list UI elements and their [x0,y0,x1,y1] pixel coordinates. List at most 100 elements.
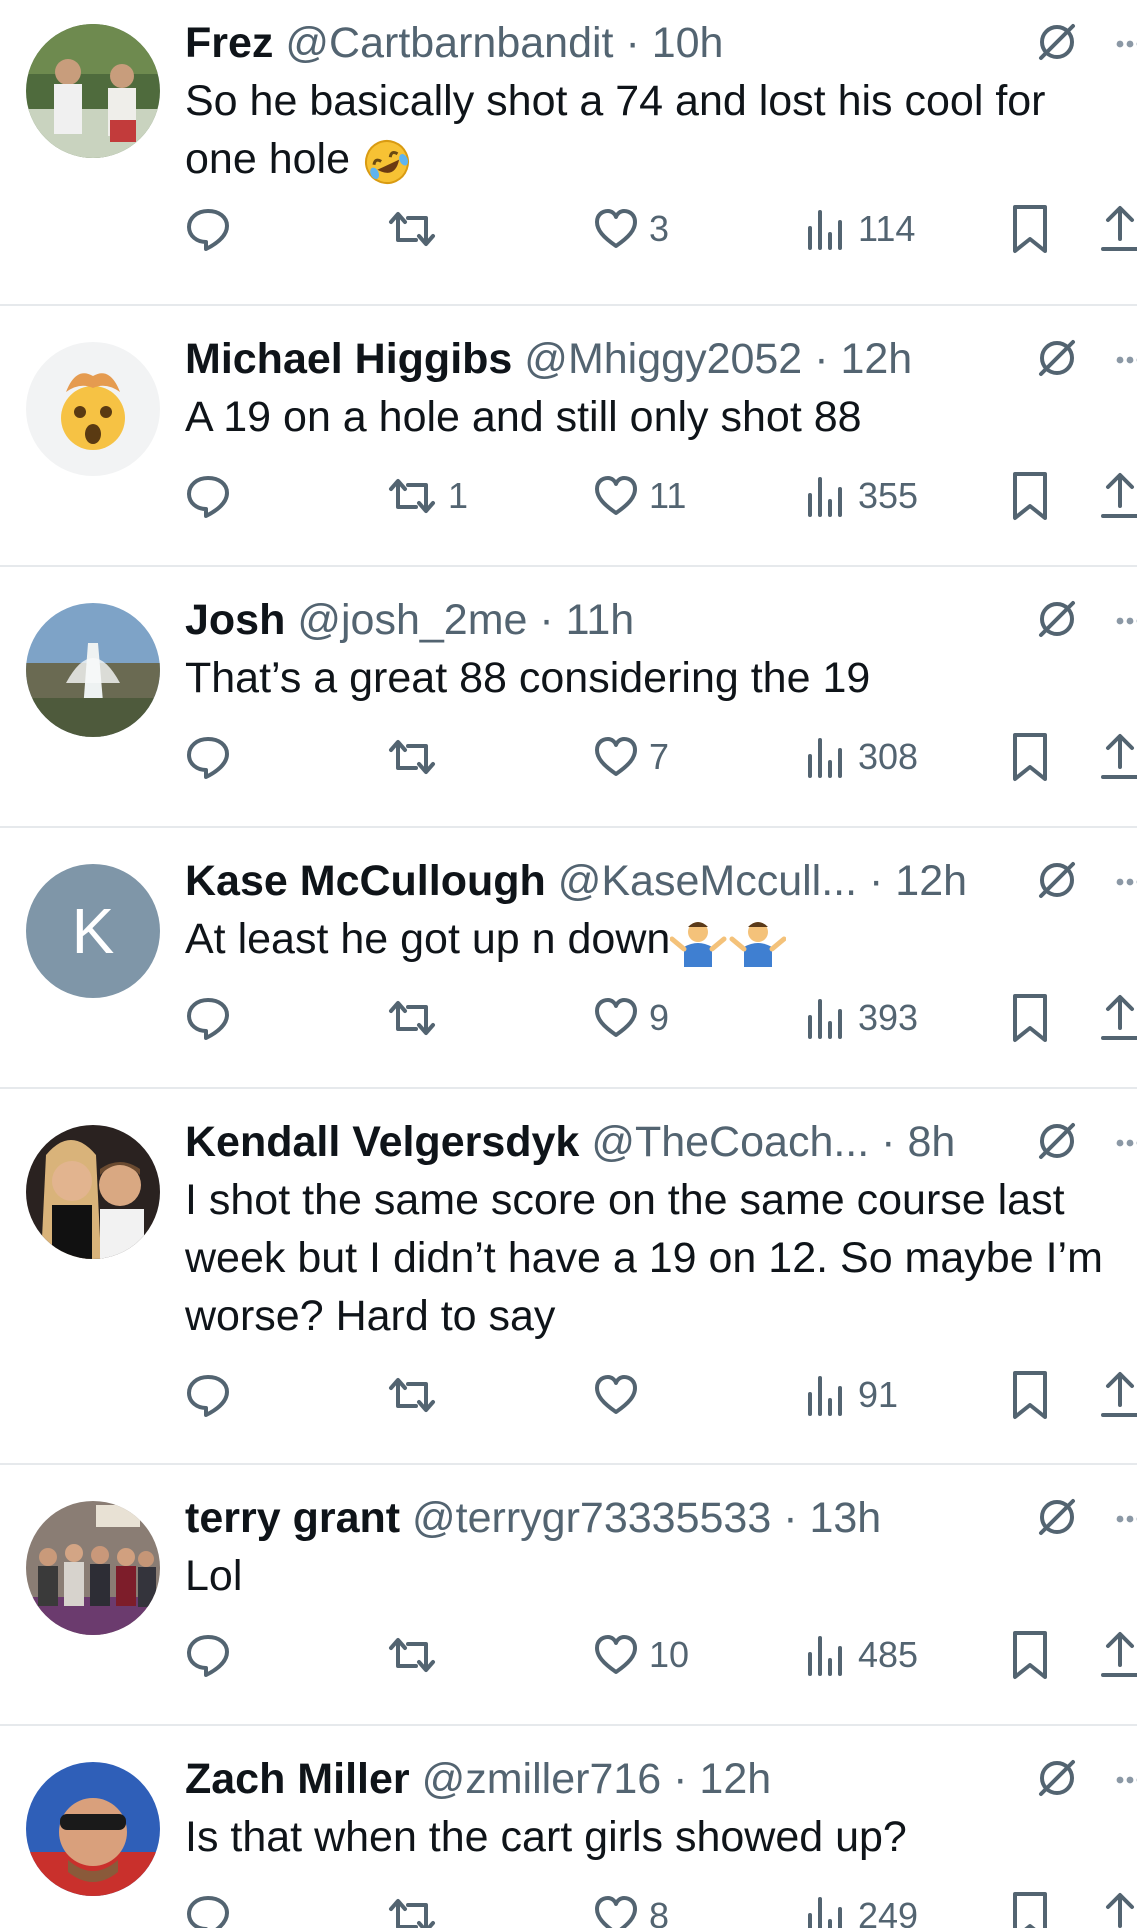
like-button[interactable]: 3 [593,199,669,259]
retweet-button[interactable]: 1 [386,466,468,526]
grok-icon[interactable] [1035,336,1079,380]
timestamp[interactable]: 13h [809,1494,881,1542]
retweet-button[interactable] [386,1365,448,1425]
share-button[interactable] [1097,1365,1137,1425]
user-handle[interactable]: @Mhiggy2052 [524,335,802,383]
bookmark-button[interactable] [1007,727,1053,787]
avatar[interactable] [26,24,160,158]
reply-item[interactable]: Kendall Velgersdyk @TheCoach... · 8h I s… [0,1089,1137,1465]
reply-item[interactable]: Josh @josh_2me · 11h That’s a great 88 c… [0,567,1137,828]
avatar[interactable] [26,1125,160,1259]
bookmark-button[interactable] [1007,199,1053,259]
views-button[interactable]: 114 [802,199,915,259]
bookmark-button[interactable] [1007,988,1053,1048]
views-button[interactable]: 393 [802,988,918,1048]
avatar-image [26,342,160,476]
avatar[interactable] [26,342,160,476]
display-name[interactable]: Frez [185,19,273,67]
reply-button[interactable] [185,1886,231,1928]
grok-icon[interactable] [1035,858,1079,902]
views-button[interactable]: 308 [802,727,918,787]
more-options-icon[interactable] [1115,877,1137,887]
reply-item[interactable]: Frez @Cartbarnbandit · 10h So he basical… [0,0,1137,306]
user-handle[interactable]: @Cartbarnbandit [285,19,613,67]
share-button[interactable] [1097,466,1137,526]
display-name[interactable]: Michael Higgibs [185,335,512,383]
user-handle[interactable]: @terrygr73335533 [412,1494,771,1542]
timestamp[interactable]: 12h [840,335,912,383]
grok-icon[interactable] [1035,1495,1079,1539]
timestamp[interactable]: 12h [699,1755,771,1803]
reply-item[interactable]: K Kase McCullough @KaseMccull... · 12h A… [0,828,1137,1089]
retweet-button[interactable] [386,988,448,1048]
share-button[interactable] [1097,988,1137,1048]
retweet-button[interactable] [386,1625,448,1685]
grok-icon[interactable] [1035,597,1079,641]
views-button[interactable]: 355 [802,466,918,526]
reply-button[interactable] [185,1365,231,1425]
share-icon [1101,473,1137,518]
more-options-icon[interactable] [1115,1775,1137,1785]
reply-item[interactable]: terry grant @terrygr73335533 · 13h Lol 1… [0,1465,1137,1726]
like-button[interactable]: 10 [593,1625,689,1685]
reply-button[interactable] [185,1625,231,1685]
like-button[interactable]: 9 [593,988,669,1048]
views-count: 355 [858,475,919,516]
like-button[interactable]: 11 [593,466,686,526]
share-button[interactable] [1097,199,1137,259]
reply-icon [187,209,229,251]
retweet-button[interactable] [386,727,448,787]
more-options-icon[interactable] [1115,616,1137,626]
views-button[interactable]: 91 [802,1365,898,1425]
reply-button[interactable] [185,199,231,259]
timestamp[interactable]: 10h [652,19,724,67]
bookmark-button[interactable] [1007,1625,1053,1685]
grok-icon[interactable] [1035,1756,1079,1800]
timestamp[interactable]: 8h [907,1118,955,1166]
like-button[interactable]: 8 [593,1886,669,1928]
user-handle[interactable]: @TheCoach... [591,1118,869,1166]
bookmark-button[interactable] [1007,1886,1053,1928]
share-button[interactable] [1097,1886,1137,1928]
display-name[interactable]: Kendall Velgersdyk [185,1118,579,1166]
views-count: 308 [858,736,919,777]
more-options-icon[interactable] [1115,1138,1137,1148]
reply-item[interactable]: Zach Miller @zmiller716 · 12h Is that wh… [0,1726,1137,1928]
bookmark-button[interactable] [1007,466,1053,526]
display-name[interactable]: Kase McCullough [185,857,546,905]
reply-button[interactable] [185,466,231,526]
timestamp[interactable]: 11h [566,596,635,644]
share-button[interactable] [1097,1625,1137,1685]
reply-button[interactable] [185,988,231,1048]
more-options-icon[interactable] [1115,355,1137,365]
bookmark-button[interactable] [1007,1365,1053,1425]
share-button[interactable] [1097,727,1137,787]
user-handle[interactable]: @zmiller716 [422,1755,662,1803]
avatar[interactable] [26,603,160,737]
avatar[interactable] [26,1762,160,1896]
timestamp[interactable]: 12h [895,857,967,905]
more-options-icon[interactable] [1115,1514,1137,1524]
user-handle[interactable]: @josh_2me [297,596,527,644]
user-handle[interactable]: @KaseMccull... [558,857,857,905]
like-button[interactable] [593,1365,649,1425]
views-button[interactable]: 485 [802,1625,918,1685]
grok-icon[interactable] [1035,20,1079,64]
more-options-icon[interactable] [1115,39,1137,49]
separator-dot: · [783,1494,798,1542]
avatar[interactable]: K [26,864,160,998]
views-count: 91 [858,1374,899,1415]
reply-button[interactable] [185,727,231,787]
retweet-button[interactable] [386,199,448,259]
views-button[interactable]: 249 [802,1886,918,1928]
display-name[interactable]: terry grant [185,1494,400,1542]
grok-icon[interactable] [1035,1119,1079,1163]
display-name[interactable]: Zach Miller [185,1755,410,1803]
replies-viewport[interactable]: Frez @Cartbarnbandit · 10h So he basical… [0,0,1137,1928]
display-name[interactable]: Josh [185,596,285,644]
retweet-button[interactable] [386,1886,448,1928]
reply-item[interactable]: Michael Higgibs @Mhiggy2052 · 12h A 19 o… [0,306,1137,567]
avatar[interactable] [26,1501,160,1635]
like-button[interactable]: 7 [593,727,669,787]
separator-dot: · [539,596,554,644]
